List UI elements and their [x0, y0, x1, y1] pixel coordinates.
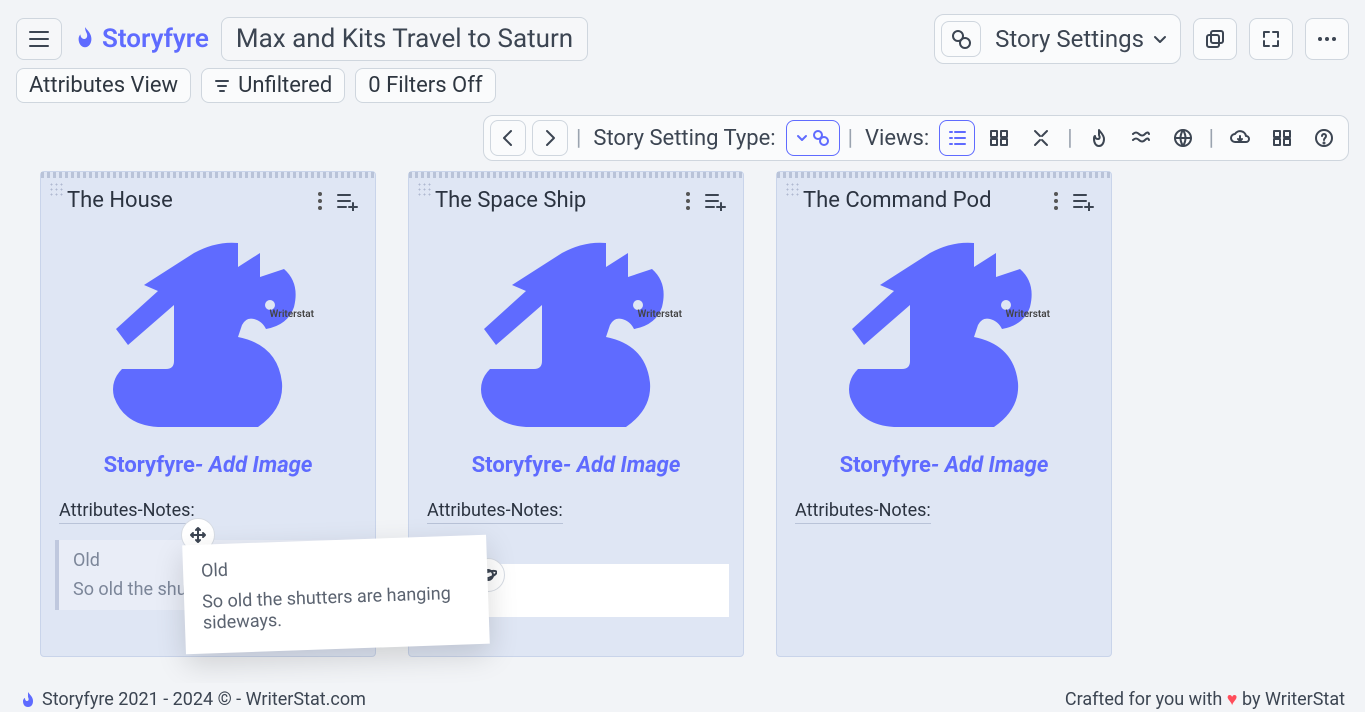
- views-label: Views:: [861, 126, 933, 151]
- filter-icon: [214, 79, 230, 93]
- nav-next-button[interactable]: [532, 120, 568, 156]
- help-button[interactable]: [1306, 120, 1342, 156]
- fire-icon: [20, 691, 36, 709]
- more-menu-button[interactable]: [1305, 18, 1349, 60]
- card-menu-icon[interactable]: [317, 191, 323, 211]
- brand-logo[interactable]: Storyfyre: [74, 24, 209, 54]
- chevron-down-icon: [1152, 31, 1168, 47]
- card-title: The Space Ship: [435, 188, 586, 213]
- story-title[interactable]: Max and Kits Travel to Saturn: [221, 17, 588, 61]
- view-grid-button[interactable]: [981, 120, 1017, 156]
- drag-handle-icon[interactable]: [785, 182, 799, 196]
- add-list-icon[interactable]: [703, 191, 727, 211]
- view-list-button[interactable]: [939, 120, 975, 156]
- attributes-notes-label: Attributes-Notes:: [427, 500, 563, 524]
- attributes-notes-label: Attributes-Notes:: [59, 500, 195, 524]
- view-compact-button[interactable]: [1023, 120, 1059, 156]
- attributes-notes-label: Attributes-Notes:: [795, 500, 931, 524]
- water-button[interactable]: [1123, 120, 1159, 156]
- settings-icon-button[interactable]: [941, 21, 981, 57]
- attributes-view-chip[interactable]: Attributes View: [16, 68, 191, 103]
- view-toolbar: | Story Setting Type: | Views: | |: [0, 111, 1365, 171]
- brand-name: Storyfyre: [102, 24, 209, 54]
- card-title: The House: [67, 188, 173, 213]
- story-settings-label: Story Settings: [995, 25, 1144, 53]
- setting-card-commandpod[interactable]: The Command Pod Writerstat Storyfyre- Ad…: [776, 171, 1112, 657]
- add-list-icon[interactable]: [1071, 191, 1095, 211]
- add-image-label[interactable]: Storyfyre- Add Image: [41, 453, 375, 478]
- drag-handle-icon[interactable]: [49, 182, 63, 196]
- fire-button[interactable]: [1081, 120, 1117, 156]
- add-list-icon[interactable]: [335, 191, 359, 211]
- filters-off-chip[interactable]: 0 Filters Off: [355, 68, 495, 103]
- cloud-sync-button[interactable]: [1222, 120, 1258, 156]
- nav-prev-button[interactable]: [490, 120, 526, 156]
- dashboard-button[interactable]: [1264, 120, 1300, 156]
- drag-handle-icon[interactable]: [417, 182, 431, 196]
- hamburger-menu-button[interactable]: [16, 18, 62, 60]
- fullscreen-button[interactable]: [1249, 18, 1293, 60]
- duplicate-button[interactable]: [1193, 18, 1237, 60]
- add-image-label[interactable]: Storyfyre- Add Image: [409, 453, 743, 478]
- card-menu-icon[interactable]: [685, 191, 691, 211]
- heart-icon: ♥: [1227, 689, 1238, 710]
- story-settings-dropdown[interactable]: Story Settings: [934, 14, 1181, 64]
- card-image-placeholder[interactable]: Writerstat: [78, 223, 338, 453]
- globe-button[interactable]: [1165, 120, 1201, 156]
- card-image-placeholder[interactable]: Writerstat: [446, 223, 706, 453]
- card-menu-icon[interactable]: [1053, 191, 1059, 211]
- card-title: The Command Pod: [803, 188, 992, 213]
- add-image-label[interactable]: Storyfyre- Add Image: [777, 453, 1111, 478]
- footer: Storyfyre 2021 - 2024 © - WriterStat.com…: [0, 683, 1365, 712]
- type-label: Story Setting Type:: [589, 126, 779, 151]
- filter-chip[interactable]: Unfiltered: [201, 68, 345, 103]
- card-image-placeholder[interactable]: Writerstat: [814, 223, 1074, 453]
- chevron-down-icon: [796, 132, 808, 144]
- dragging-note[interactable]: Old So old the shutters are hanging side…: [182, 535, 490, 655]
- type-selector-button[interactable]: [786, 120, 840, 156]
- link-icon: [812, 129, 830, 147]
